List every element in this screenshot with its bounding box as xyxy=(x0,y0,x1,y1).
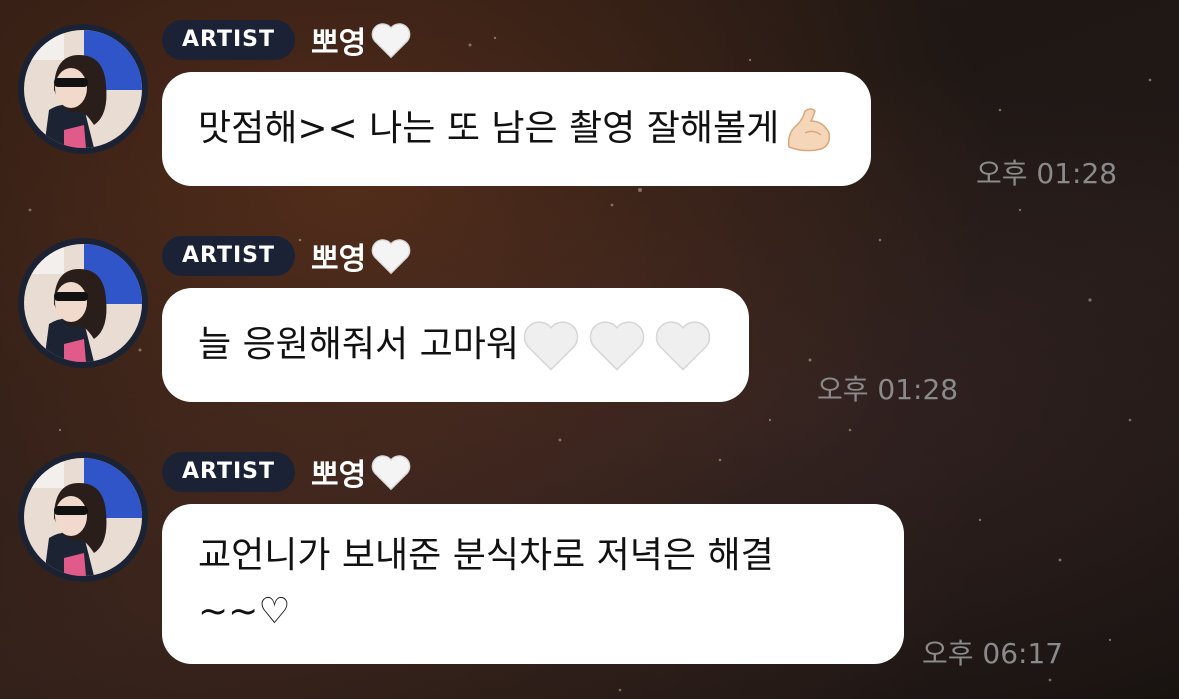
white-heart-icon xyxy=(371,455,411,491)
message-text: 맛점해>< 나는 또 남은 촬영 잘해볼게 xyxy=(198,108,780,149)
flexed-biceps-icon xyxy=(788,108,831,152)
avatar[interactable] xyxy=(18,452,148,582)
message-bubble[interactable]: 맛점해>< 나는 또 남은 촬영 잘해볼게 xyxy=(162,72,872,186)
profile-photo xyxy=(24,458,142,576)
white-heart-icon xyxy=(371,239,411,275)
artist-badge: ARTIST xyxy=(162,20,296,60)
white-heart-icon xyxy=(589,321,645,371)
artist-badge: ARTIST xyxy=(162,236,296,276)
white-heart-icon xyxy=(523,321,579,371)
message-bubble[interactable]: 늘 응원해줘서 고마워 xyxy=(162,288,749,402)
sender-name[interactable]: 뽀영 xyxy=(311,18,412,62)
message-text: 교언니가 보내준 분식차로 저녁은 해결 ~~♡ xyxy=(198,535,774,632)
message-bubble[interactable]: 교언니가 보내준 분식차로 저녁은 해결 ~~♡ xyxy=(162,504,904,664)
avatar[interactable] xyxy=(18,24,148,154)
profile-photo xyxy=(24,30,142,148)
sender-name-label: 뽀영 xyxy=(311,458,367,493)
message-text: 늘 응원해줘서 고마워 xyxy=(198,324,519,365)
profile-photo xyxy=(24,244,142,362)
sender-name[interactable]: 뽀영 xyxy=(311,234,412,278)
timestamp: 오후 01:28 xyxy=(817,373,959,406)
avatar[interactable] xyxy=(18,238,148,368)
white-heart-icon xyxy=(371,23,411,59)
artist-badge: ARTIST xyxy=(162,452,296,492)
timestamp: 오후 01:28 xyxy=(976,157,1118,190)
timestamp: 오후 06:17 xyxy=(922,637,1064,670)
sender-name-label: 뽀영 xyxy=(311,242,367,277)
sender-name-label: 뽀영 xyxy=(311,26,367,61)
sender-name[interactable]: 뽀영 xyxy=(311,450,412,494)
white-heart-icon xyxy=(655,321,711,371)
